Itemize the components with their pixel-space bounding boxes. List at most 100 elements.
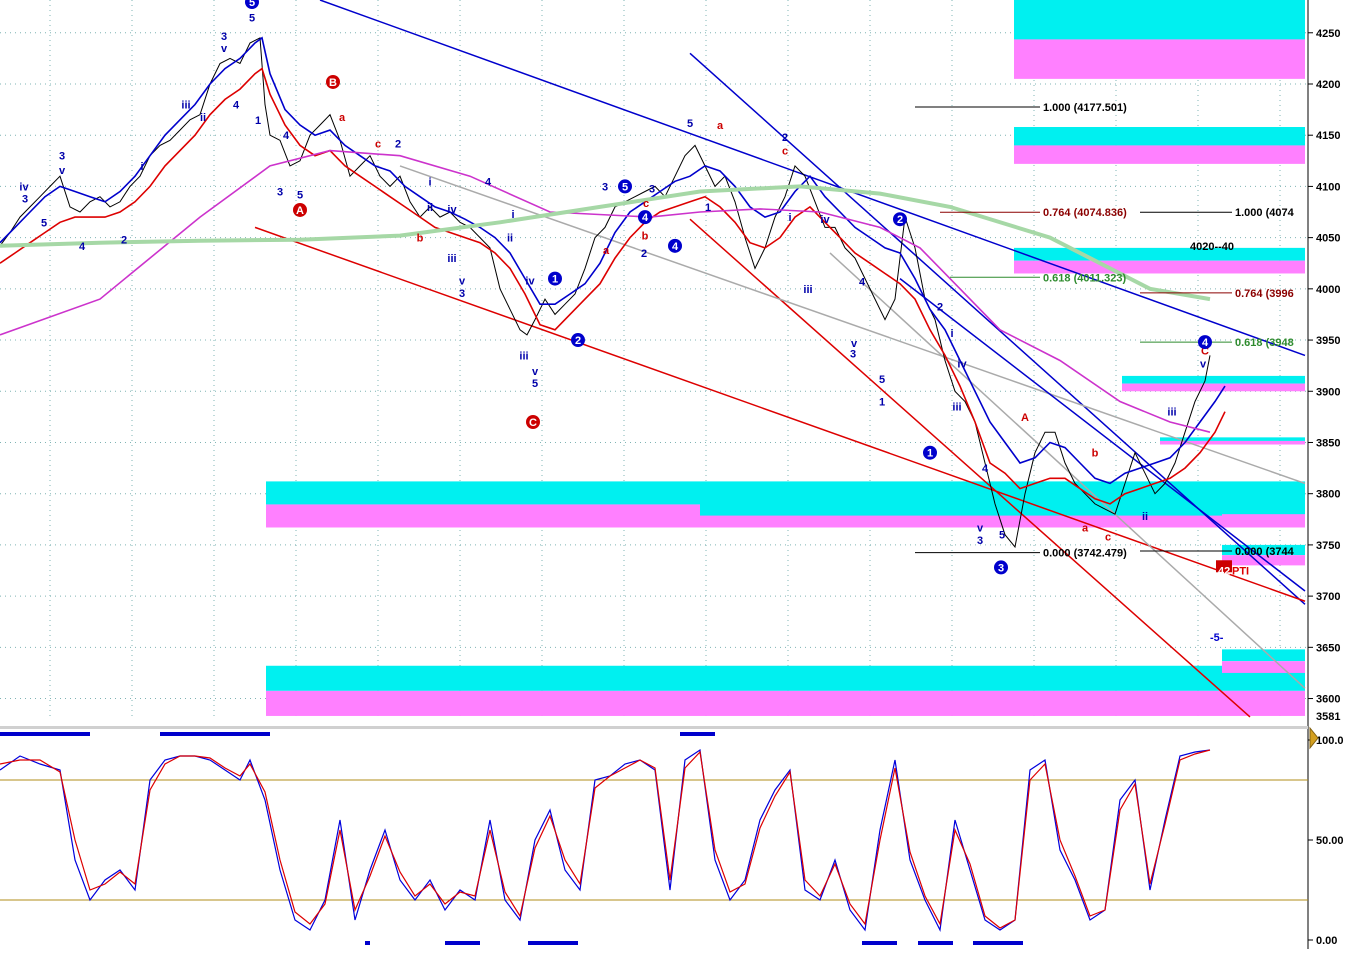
signal-bar <box>862 941 897 945</box>
target-band <box>1014 145 1305 164</box>
target-band <box>1222 661 1305 673</box>
wave-label: iv <box>19 181 29 193</box>
wave-label: a <box>339 112 346 124</box>
wave-label: iv <box>820 214 830 226</box>
wave-label: 1 <box>552 274 558 286</box>
wave-label: i <box>428 176 431 188</box>
annotation: 4020--40 <box>1190 241 1234 253</box>
wave-label: a <box>1082 522 1089 534</box>
wave-label: ii <box>1142 511 1148 523</box>
fib-label: 0.764 (3996 <box>1235 288 1294 300</box>
wave-label: 3 <box>602 181 608 193</box>
wave-label: 4 <box>982 463 989 475</box>
wave-label: 3 <box>459 288 465 300</box>
wave-label: b <box>417 233 424 245</box>
y-tick-label: 3700 <box>1316 591 1340 603</box>
wave-label: v <box>1200 359 1207 371</box>
wave-label: 1 <box>879 397 885 409</box>
annotation: 42 <box>1218 566 1230 578</box>
fib-label: 0.618 (4011.323) <box>1043 272 1127 284</box>
wave-label: i <box>511 209 514 221</box>
signal-bar <box>918 941 953 945</box>
signal-bar <box>160 732 270 736</box>
wave-label: 1 <box>255 115 261 127</box>
y-tick-label: 3950 <box>1316 335 1340 347</box>
osc-tick-label: 50.00 <box>1316 835 1344 847</box>
wave-label: 4 <box>642 212 649 224</box>
wave-label: 3 <box>277 187 283 199</box>
fib-label: 1.000 (4177.501) <box>1043 102 1127 114</box>
wave-label: iv <box>525 276 535 288</box>
wave-label: 4 <box>1202 337 1209 349</box>
wave-label: a <box>603 245 610 257</box>
wave-label: b <box>642 231 649 243</box>
annotation: PTI <box>1232 566 1249 578</box>
wave-label: 3 <box>850 348 856 360</box>
wave-label: 5 <box>622 181 628 193</box>
wave-label: iii <box>803 284 812 296</box>
y-tick-label: 3600 <box>1316 694 1340 706</box>
wave-label: v <box>221 43 228 55</box>
wave-label: ii <box>427 202 433 214</box>
target-band <box>1014 127 1305 146</box>
y-tick-label: 4050 <box>1316 233 1340 245</box>
wave-label: 2 <box>121 235 127 247</box>
signal-bar <box>973 941 1023 945</box>
osc-tick-label: 0.00 <box>1316 935 1337 947</box>
wave-label: c <box>643 198 649 210</box>
target-band <box>1222 503 1305 515</box>
wave-label: 2 <box>575 335 581 347</box>
wave-label: 3 <box>221 31 227 43</box>
chart-window: 1.000 (4177.501) 0.764 (4074.836) 0.618 (4… <box>0 0 1346 949</box>
wave-label: iii <box>181 99 190 111</box>
fib-label: 0.764 (4074.836) <box>1043 207 1127 219</box>
wave-label: 4 <box>672 241 679 253</box>
y-tick-label: 4200 <box>1316 79 1340 91</box>
signal-bar <box>0 732 90 736</box>
target-band <box>1014 0 1305 40</box>
target-band <box>1122 375 1305 384</box>
y-tick-label: 3800 <box>1316 489 1340 501</box>
wave-label: v <box>532 366 539 378</box>
wave-label: 5 <box>687 118 693 130</box>
wave-label: 2 <box>897 214 903 226</box>
wave-label: 3 <box>59 151 65 163</box>
target-band <box>266 690 1305 716</box>
fib-label: 0.000 (3744 <box>1235 546 1295 558</box>
wave-label: 5 <box>532 378 538 390</box>
wave-label: v <box>59 165 66 177</box>
wave-label: c <box>782 146 788 158</box>
signal-bar <box>680 732 715 736</box>
wave-label: 5 <box>249 12 255 24</box>
annotation: -5- <box>1210 632 1224 644</box>
wave-label: C <box>529 417 537 429</box>
fib-label: 0.618 (3948 <box>1235 337 1294 349</box>
wave-label: B <box>329 77 337 89</box>
target-band <box>1014 39 1305 79</box>
wave-label: 1 <box>705 202 711 214</box>
wave-label: 5 <box>41 217 47 229</box>
wave-label: 5 <box>249 0 255 9</box>
panel-divider <box>0 726 1308 729</box>
y-tick-label: 3850 <box>1316 437 1340 449</box>
wave-label: v <box>459 276 466 288</box>
wave-label: v <box>977 522 984 534</box>
wave-label: 2 <box>641 248 647 260</box>
elliott-wave-chart: 1.000 (4177.501) 0.764 (4074.836) 0.618 (4… <box>0 0 1346 949</box>
wave-label: iii <box>519 350 528 362</box>
wave-label: a <box>717 120 724 132</box>
wave-label: iii <box>447 253 456 265</box>
wave-label: A <box>1021 412 1029 424</box>
wave-label: 4 <box>79 241 86 253</box>
wave-label: iv <box>957 359 967 371</box>
wave-label: ii <box>200 112 206 124</box>
fib-label: 0.000 (3742.479) <box>1043 548 1127 560</box>
signal-bar <box>528 941 578 945</box>
wave-label: 5 <box>297 190 303 202</box>
wave-label: 2 <box>395 138 401 150</box>
target-band <box>1222 514 1305 525</box>
y-tick-label: 3750 <box>1316 540 1340 552</box>
target-band <box>700 503 1305 516</box>
wave-label: iv <box>447 204 457 216</box>
wave-label: c <box>1105 532 1111 544</box>
